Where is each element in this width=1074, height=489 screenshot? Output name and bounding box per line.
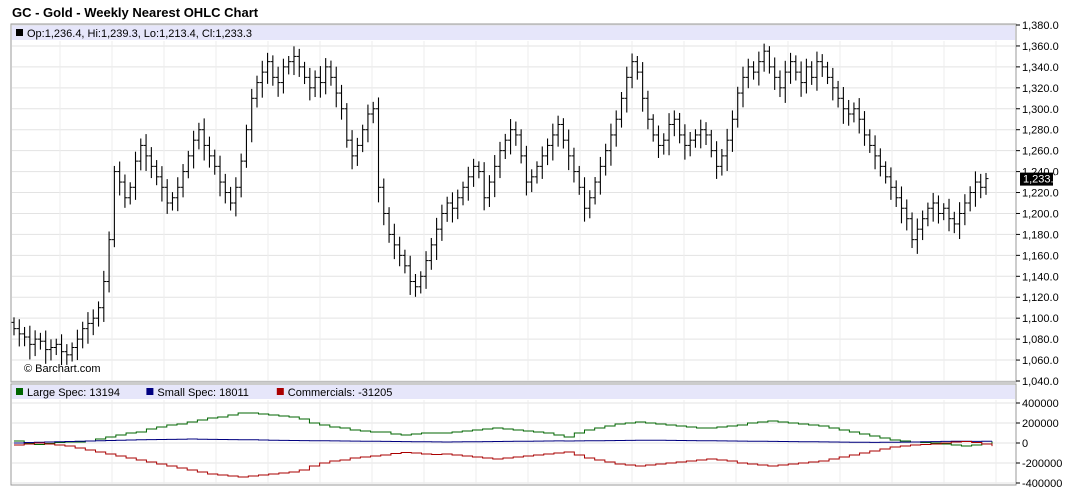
price-tick-label: 1,160.0 [1022,250,1059,262]
price-tick-label: 1,340.0 [1022,62,1059,74]
price-tick-label: 1,300.0 [1022,104,1059,116]
price-tick-label: 1,320.0 [1022,83,1059,95]
cot-legend-swatch [16,388,23,395]
cot-tick-label: 200000 [1022,418,1059,430]
price-tick-label: 1,180.0 [1022,229,1059,241]
watermark: © Barchart.com [24,363,101,375]
cot-legend-label: Large Spec: 13194 [27,387,120,399]
price-tick-label: 1,380.0 [1022,20,1059,32]
price-tick-label: 1,200.0 [1022,208,1059,220]
price-legend-swatch [16,29,23,36]
cot-legend-item: Commercials: -31205 [276,387,393,399]
cot-legend: Large Spec: 13194 Small Spec: 18011 Commer… [16,387,392,399]
price-panel [10,23,1017,383]
cot-legend-swatch [146,388,154,395]
price-tick-label: 1,080.0 [1022,334,1059,346]
cot-legend-label: Small Spec: 18011 [157,387,249,399]
cot-tick-label: 400000 [1022,398,1059,410]
price-tick-label: 1,140.0 [1022,271,1059,283]
cot-tick-label: 0 [1022,438,1028,450]
price-legend-text: Op:1,236.4, Hi:1,239.3, Lo:1,213.4, Cl:1… [27,28,252,40]
price-tick-label: 1,060.0 [1022,355,1059,367]
price-tick-label: 1,260.0 [1022,146,1059,158]
cot-tick-label: -200000 [1022,458,1062,470]
price-tick-label: 1,220.0 [1022,188,1059,200]
price-tick-label: 1,040.0 [1022,376,1059,388]
cot-legend-item: Small Spec: 18011 [146,387,249,399]
last-price-tag: 1,233.3 [1020,172,1060,186]
price-y-axis: 1,040.0 1,060.0 1,080.0 1,100.0 1,120.0 1,140… [1016,20,1059,388]
cot-legend-swatch [276,388,284,395]
price-tick-label: 1,100.0 [1022,313,1059,325]
price-tick-label: 1,280.0 [1022,125,1059,137]
cot-tick-label: -400000 [1022,478,1062,489]
cot-legend-label: Commercials: -31205 [288,387,393,399]
price-tick-label: 1,120.0 [1022,292,1059,304]
last-price-label: 1,233.3 [1023,174,1060,186]
cot-legend-item: Large Spec: 13194 [16,387,120,399]
ohlc-chart-svg: Op:1,236.4, Hi:1,239.3, Lo:1,213.4, Cl:1… [10,20,1062,489]
price-tick-label: 1,360.0 [1022,41,1059,53]
cot-y-axis: 400000 200000 0 -200000 -400000 [1016,398,1062,489]
